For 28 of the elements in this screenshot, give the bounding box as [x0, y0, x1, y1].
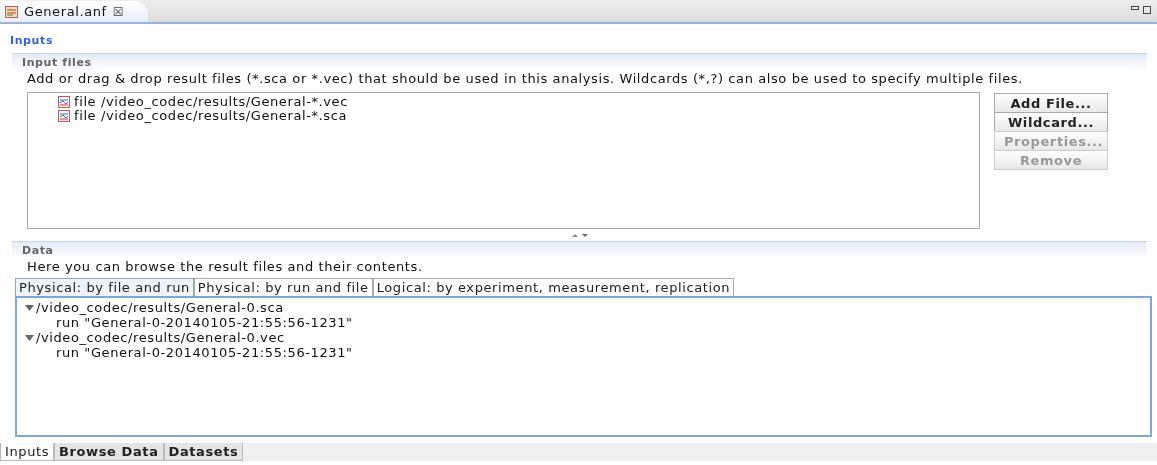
add-file-button[interactable]: Add File...: [994, 93, 1108, 113]
page-tab[interactable]: Inputs: [0, 443, 55, 461]
view-tab[interactable]: Physical: by file and run: [15, 278, 194, 296]
file-icon: [58, 96, 70, 108]
file-item[interactable]: file /video_codec/results/General-*.vec: [74, 95, 348, 109]
expanded-arrow-icon[interactable]: [25, 303, 34, 312]
section-description: Add or drag & drop result files (*.sca or *.vec) that should be used in this analysis. Wildcards (*,?) can also be used to specify multiple files.: [26, 71, 1024, 87]
tree-item[interactable]: /video_codec/results/General-0.sca: [36, 300, 284, 315]
view-tab[interactable]: Physical: by run and file: [193, 278, 373, 296]
file-item[interactable]: file /video_codec/results/General-*.sca: [74, 109, 347, 123]
minimize-icon[interactable]: [1131, 6, 1139, 11]
tree-item[interactable]: run "General-0-20140105-21:55:56-1231": [56, 345, 353, 360]
tree-item[interactable]: /video_codec/results/General-0.vec: [36, 330, 285, 345]
section-title: Data: [12, 241, 1147, 259]
close-icon[interactable]: ☒: [112, 4, 125, 19]
editor-tab[interactable]: General.anf ☒: [0, 1, 149, 22]
page-title: Inputs: [9, 33, 55, 49]
wildcard-button[interactable]: Wildcard...: [994, 112, 1108, 132]
analysis-file-icon: [5, 5, 18, 18]
file-icon: [58, 110, 70, 122]
section-title: Input files: [12, 53, 1147, 71]
section-description: Here you can browse the result files and their contents.: [26, 259, 424, 275]
view-tab[interactable]: Logical: by experiment, measurement, replication: [372, 278, 735, 296]
expanded-arrow-icon[interactable]: [25, 333, 34, 342]
maximize-icon[interactable]: [1143, 6, 1151, 14]
tree-item[interactable]: run "General-0-20140105-21:55:56-1231": [56, 315, 353, 330]
page-tab[interactable]: Browse Data: [54, 443, 164, 461]
page-tab[interactable]: Datasets: [163, 443, 244, 461]
